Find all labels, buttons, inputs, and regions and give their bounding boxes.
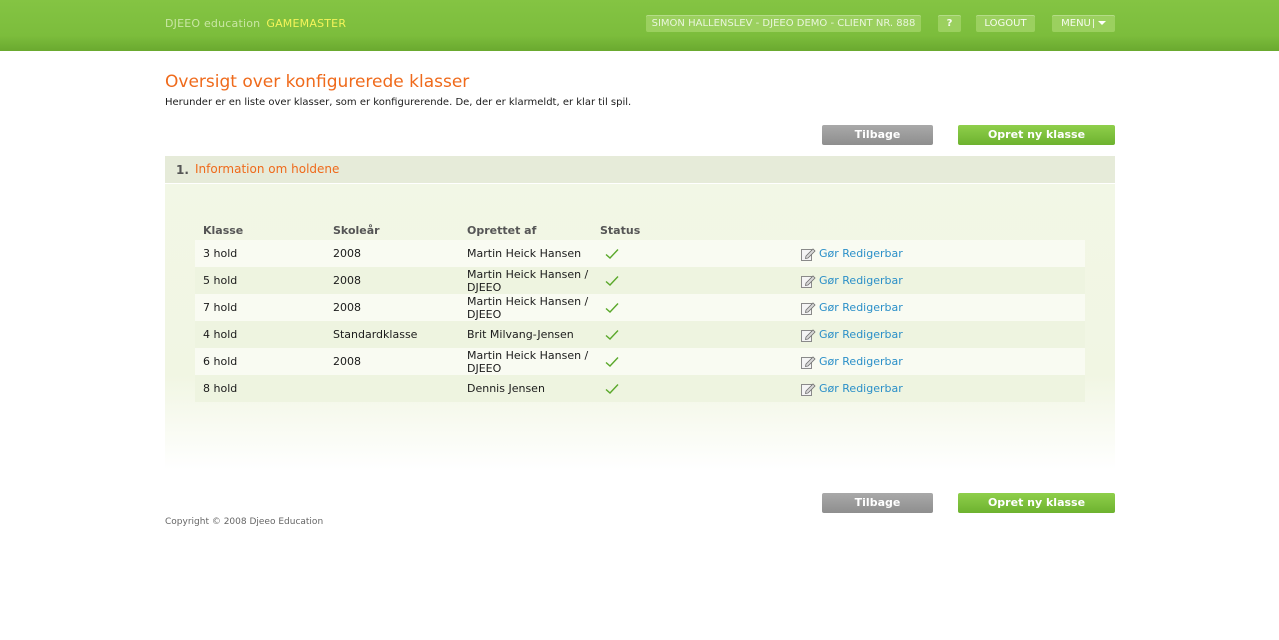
status-cell bbox=[605, 267, 619, 294]
edit-action[interactable]: Gør Redigerbar bbox=[800, 375, 903, 402]
section-number: 1. bbox=[176, 163, 189, 177]
column-header-klasse: Klasse bbox=[203, 224, 244, 237]
back-button-top[interactable]: Tilbage bbox=[822, 125, 933, 145]
edit-action[interactable]: Gør Redigerbar bbox=[800, 321, 903, 348]
brand: DJEEO education GAMEMASTER bbox=[165, 17, 346, 30]
page-title: Oversigt over konfigurerede klasser bbox=[165, 72, 470, 92]
table-row: 3 hold 2008 Martin Heick Hansen Gør Rediger… bbox=[195, 240, 1085, 267]
check-icon bbox=[605, 248, 619, 259]
cell-skoleaar: 2008 bbox=[333, 247, 361, 260]
edit-icon bbox=[801, 355, 816, 369]
make-editable-link[interactable]: Gør Redigerbar bbox=[819, 274, 903, 287]
cell-oprettet: Dennis Jensen bbox=[467, 382, 545, 395]
menu-label: MENU bbox=[1061, 18, 1091, 29]
edit-icon bbox=[801, 247, 816, 261]
edit-action[interactable]: Gør Redigerbar bbox=[800, 267, 903, 294]
cell-klasse: 4 hold bbox=[203, 328, 238, 341]
section-title: Information om holdene bbox=[195, 162, 340, 176]
cell-oprettet: Martin Heick Hansen bbox=[467, 247, 582, 260]
edit-icon bbox=[801, 328, 816, 342]
status-cell bbox=[605, 240, 619, 267]
edit-action[interactable]: Gør Redigerbar bbox=[800, 348, 903, 375]
status-cell bbox=[605, 321, 619, 348]
status-cell bbox=[605, 294, 619, 321]
cell-skoleaar: 2008 bbox=[333, 355, 361, 368]
make-editable-link[interactable]: Gør Redigerbar bbox=[819, 382, 903, 395]
copyright: Copyright © 2008 Djeeo Education bbox=[165, 517, 324, 527]
make-editable-link[interactable]: Gør Redigerbar bbox=[819, 355, 903, 368]
check-icon bbox=[605, 383, 619, 394]
top-bar: DJEEO education GAMEMASTER SIMON HALLENSL… bbox=[0, 0, 1279, 51]
status-cell bbox=[605, 348, 619, 375]
table-row: 6 hold 2008 Martin Heick Hansen / DJEEO Gør… bbox=[195, 348, 1085, 375]
product-name: GAMEMASTER bbox=[266, 17, 347, 30]
check-icon bbox=[605, 302, 619, 313]
table-row: 4 hold Standardklasse Brit Milvang-Jensen G… bbox=[195, 321, 1085, 348]
edit-icon bbox=[801, 382, 816, 396]
column-header-status: Status bbox=[600, 224, 641, 237]
cell-skoleaar: 2008 bbox=[333, 274, 361, 287]
edit-icon bbox=[801, 301, 816, 315]
cell-oprettet: Martin Heick Hansen / DJEEO bbox=[467, 348, 589, 375]
create-class-button-top[interactable]: Opret ny klasse bbox=[958, 125, 1115, 145]
cell-oprettet: Brit Milvang-Jensen bbox=[467, 328, 574, 341]
make-editable-link[interactable]: Gør Redigerbar bbox=[819, 301, 903, 314]
table-row: 8 hold Dennis Jensen Gør Redigerbar bbox=[195, 375, 1085, 402]
table-row: 5 hold 2008 Martin Heick Hansen / DJEEO Gør… bbox=[195, 267, 1085, 294]
menu-separator bbox=[1092, 18, 1094, 28]
cell-oprettet: Martin Heick Hansen / DJEEO bbox=[467, 294, 589, 321]
section-header: 1. Information om holdene bbox=[165, 156, 1115, 184]
user-info[interactable]: SIMON HALLENSLEV - DJEEO DEMO - CLIENT N… bbox=[646, 15, 921, 32]
cell-klasse: 6 hold bbox=[203, 355, 238, 368]
edit-action[interactable]: Gør Redigerbar bbox=[800, 294, 903, 321]
cell-skoleaar: 2008 bbox=[333, 301, 361, 314]
chevron-down-icon bbox=[1097, 21, 1106, 25]
column-header-skoleaar: Skoleår bbox=[333, 224, 380, 237]
help-button[interactable]: ? bbox=[938, 15, 961, 32]
cell-klasse: 5 hold bbox=[203, 274, 238, 287]
cell-klasse: 7 hold bbox=[203, 301, 238, 314]
check-icon bbox=[605, 329, 619, 340]
create-class-button-bottom[interactable]: Opret ny klasse bbox=[958, 493, 1115, 513]
check-icon bbox=[605, 356, 619, 367]
logout-button[interactable]: LOGOUT bbox=[976, 15, 1035, 32]
cell-skoleaar: Standardklasse bbox=[333, 328, 418, 341]
cell-klasse: 3 hold bbox=[203, 247, 238, 260]
menu-button[interactable]: MENU bbox=[1052, 15, 1115, 32]
brand-name: DJEEO education bbox=[165, 17, 261, 30]
edit-icon bbox=[801, 274, 816, 288]
status-cell bbox=[605, 375, 619, 402]
cell-oprettet: Martin Heick Hansen / DJEEO bbox=[467, 267, 589, 294]
cell-klasse: 8 hold bbox=[203, 382, 238, 395]
check-icon bbox=[605, 275, 619, 286]
classes-panel: 1. Information om holdene Klasse Skoleår… bbox=[165, 156, 1115, 470]
column-header-oprettet: Oprettet af bbox=[467, 224, 537, 237]
make-editable-link[interactable]: Gør Redigerbar bbox=[819, 247, 903, 260]
back-button-bottom[interactable]: Tilbage bbox=[822, 493, 933, 513]
make-editable-link[interactable]: Gør Redigerbar bbox=[819, 328, 903, 341]
edit-action[interactable]: Gør Redigerbar bbox=[800, 240, 903, 267]
page-subtitle: Herunder er en liste over klasser, som e… bbox=[165, 97, 632, 108]
table-row: 7 hold 2008 Martin Heick Hansen / DJEEO Gør… bbox=[195, 294, 1085, 321]
